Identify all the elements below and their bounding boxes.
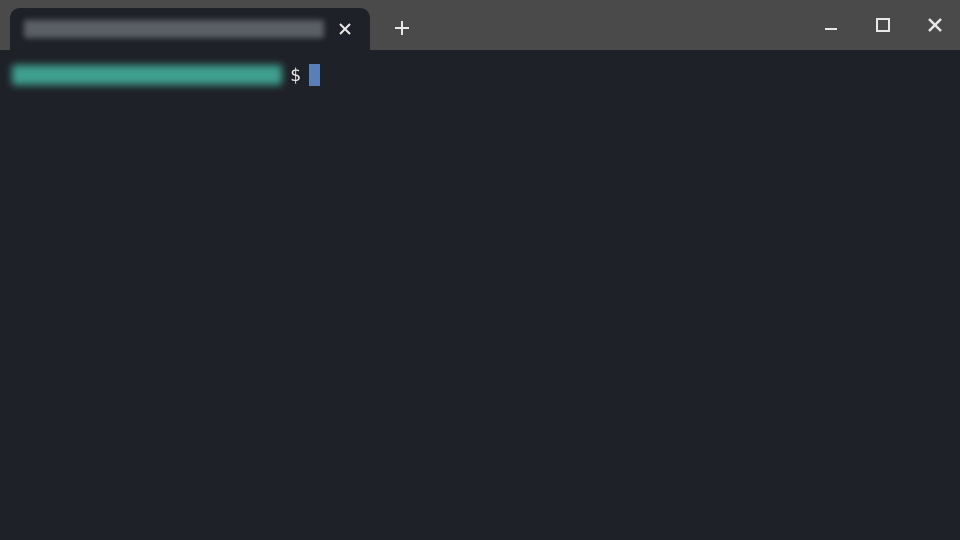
window-controls: [816, 0, 950, 50]
minimize-icon: [823, 17, 839, 33]
close-icon: [927, 17, 943, 33]
plus-icon: [393, 19, 411, 37]
minimize-button[interactable]: [816, 10, 846, 40]
tab-close-button[interactable]: [334, 18, 356, 40]
close-icon: [338, 22, 352, 36]
titlebar: [0, 0, 960, 50]
maximize-button[interactable]: [868, 10, 898, 40]
maximize-icon: [875, 17, 891, 33]
tab-title: [24, 20, 324, 38]
prompt-symbol: $: [290, 65, 301, 86]
prompt-user-host: [12, 65, 282, 85]
new-tab-button[interactable]: [384, 10, 420, 46]
window-close-button[interactable]: [920, 10, 950, 40]
terminal-cursor: [309, 64, 320, 86]
active-tab[interactable]: [10, 8, 370, 50]
terminal-body[interactable]: $: [0, 50, 960, 100]
